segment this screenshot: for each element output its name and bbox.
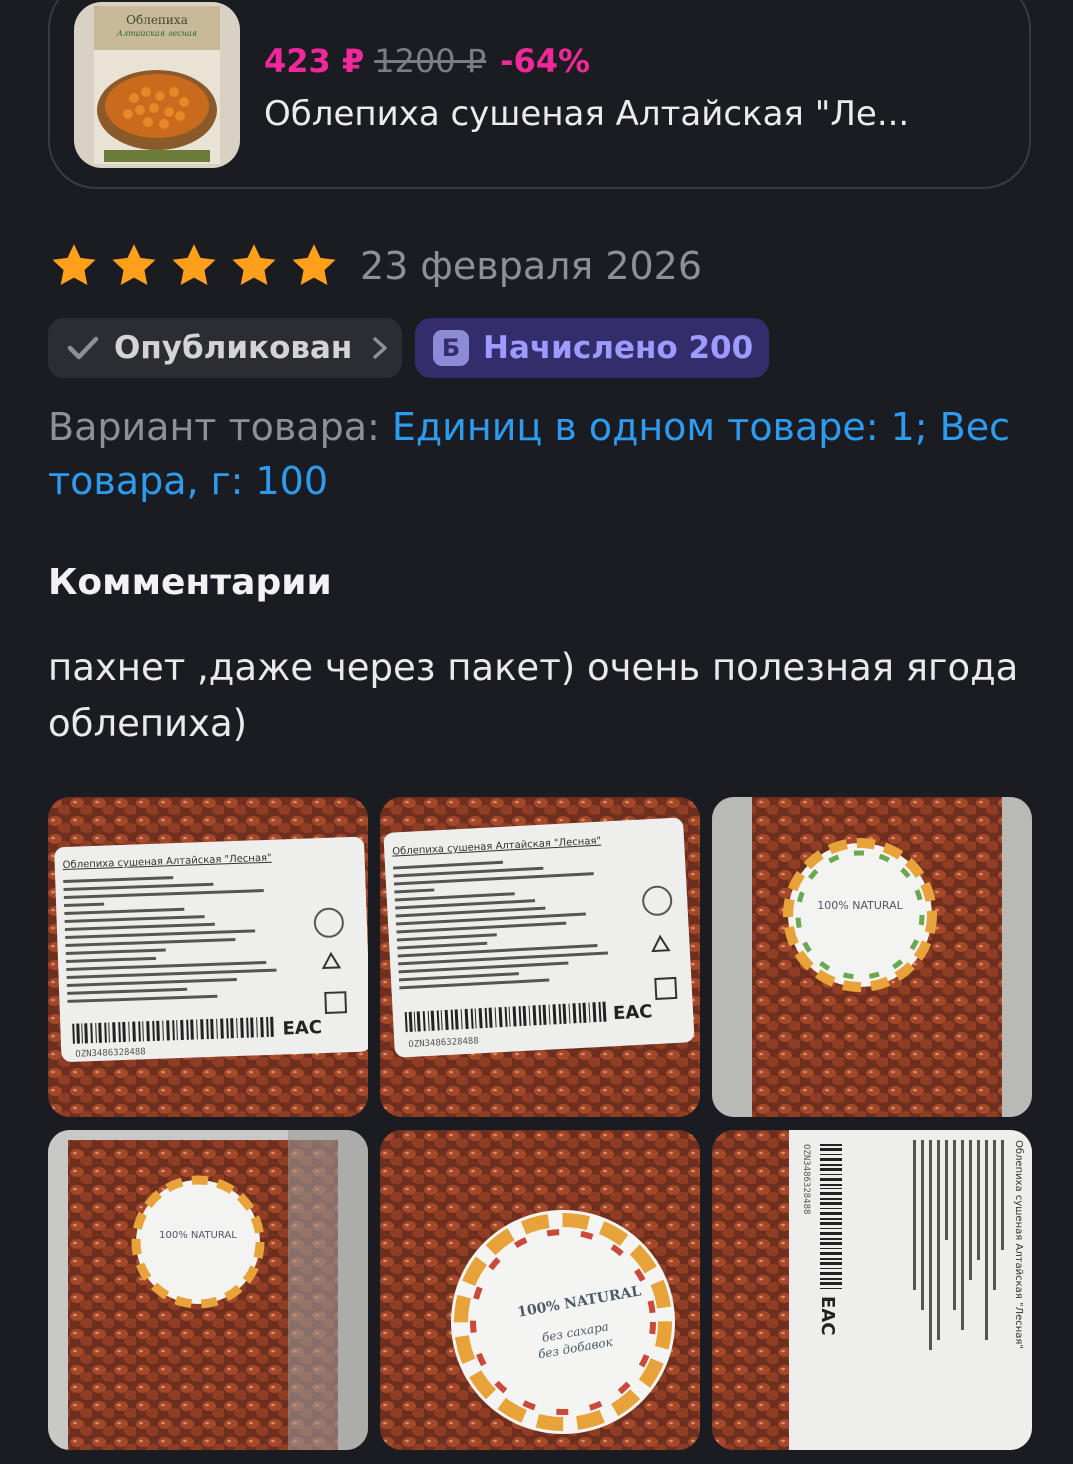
svg-text:ЕАС: ЕАС bbox=[282, 1017, 322, 1039]
discount-badge: -64% bbox=[500, 42, 591, 80]
star-icon bbox=[292, 244, 336, 285]
star-icon bbox=[52, 244, 96, 285]
review-date: 23 февраля 2026 bbox=[360, 244, 703, 288]
review-photo-2[interactable]: Облепиха сушеная Алтайская "Лесная" ЕАС … bbox=[380, 797, 700, 1117]
chevron-right-icon bbox=[373, 337, 388, 359]
product-card[interactable]: Облепиха Алтайская лесная 423 ₽1200 ₽ -64… bbox=[48, 0, 1031, 189]
product-variant: Вариант товара: Единиц в одном товаре: 1… bbox=[48, 400, 1028, 508]
status-label: Опубликован bbox=[114, 330, 353, 366]
product-name[interactable]: Облепиха сушеная Алтайская "Ле... bbox=[264, 94, 909, 134]
star-icon bbox=[172, 244, 216, 285]
bonus-label: Начислено 200 bbox=[483, 330, 754, 366]
review-photo-4[interactable]: 100% NATURAL bbox=[48, 1130, 368, 1450]
review-photo-3[interactable]: 100% NATURAL bbox=[712, 797, 1032, 1117]
review-photo-6[interactable]: Облепиха сушеная Алтайская "Лесная" ЕАС … bbox=[712, 1130, 1032, 1450]
bonus-chip[interactable]: Б Начислено 200 bbox=[415, 318, 769, 378]
comments-heading: Комментарии bbox=[48, 562, 332, 603]
photo-label-title: Облепиха сушеная Алтайская "Лесная" bbox=[1013, 1140, 1024, 1349]
check-icon bbox=[67, 336, 99, 360]
old-price: 1200 ₽ bbox=[374, 42, 487, 80]
svg-text:ЕАС: ЕАС bbox=[613, 1001, 653, 1024]
review-photo-5[interactable]: 100% NATURAL без сахара без добавок bbox=[380, 1130, 700, 1450]
thumb-subtitle: Алтайская лесная bbox=[116, 29, 197, 38]
current-price: 423 ₽ bbox=[264, 42, 365, 80]
thumb-title: Облепиха bbox=[126, 13, 188, 27]
comment-text: пахнет ,даже через пакет) очень полезная… bbox=[48, 646, 1019, 745]
review-photo-1[interactable]: Облепиха сушеная Алтайская "Лесная" ЕАС … bbox=[48, 797, 368, 1117]
star-icon bbox=[232, 244, 276, 285]
star-icon bbox=[112, 244, 156, 285]
photo-gallery: Облепиха сушеная Алтайская "Лесная" ЕАС … bbox=[48, 797, 1033, 1450]
svg-text:ЕАС: ЕАС bbox=[817, 1296, 838, 1335]
published-status-chip[interactable]: Опубликован bbox=[48, 318, 402, 378]
price-row: 423 ₽1200 ₽ -64% bbox=[264, 42, 590, 80]
photo-label-code: OZN3486328488 bbox=[801, 1144, 811, 1214]
bonus-points-icon: Б bbox=[433, 330, 469, 366]
sticker-text: 100% NATURAL bbox=[159, 1230, 237, 1241]
sticker-text: 100% NATURAL bbox=[817, 899, 903, 912]
product-thumbnail[interactable]: Облепиха Алтайская лесная bbox=[74, 2, 240, 168]
rating-stars bbox=[48, 242, 340, 290]
variant-label: Вариант товара: bbox=[48, 405, 392, 449]
